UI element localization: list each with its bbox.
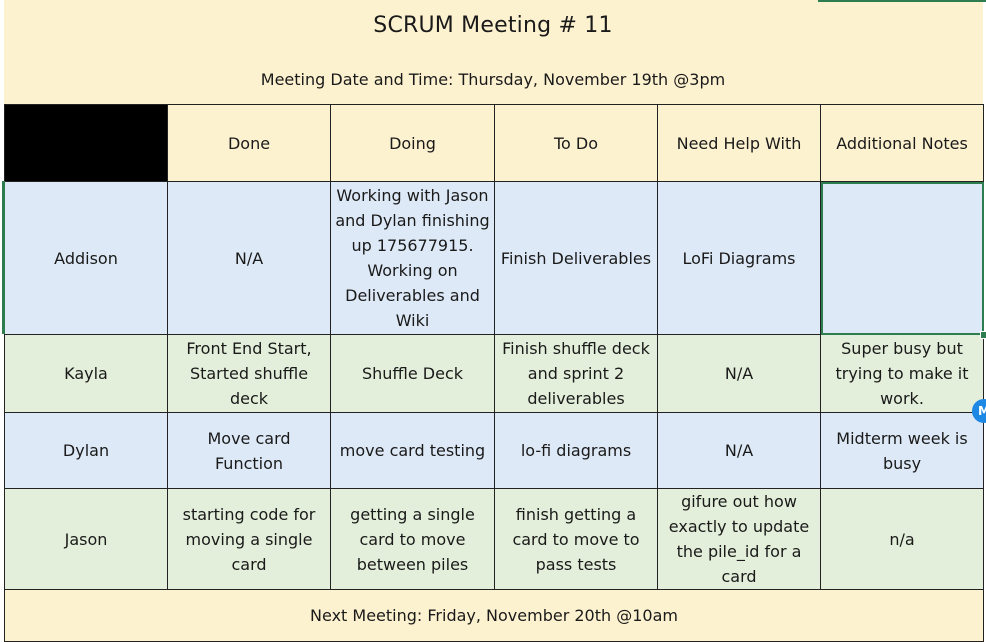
column-header-help[interactable]: Need Help With <box>657 104 821 182</box>
selection-edge <box>818 0 986 2</box>
page-title: SCRUM Meeting # 11 <box>373 13 613 38</box>
doing-cell[interactable]: move card testing <box>330 412 495 489</box>
table-row: Dylan Move card Function move card testi… <box>4 412 984 489</box>
todo-cell[interactable]: lo-fi diagrams <box>494 412 658 489</box>
next-meeting-cell[interactable]: Next Meeting: Friday, November 20th @10a… <box>4 589 984 642</box>
done-cell[interactable]: starting code for moving a single card <box>167 488 331 590</box>
column-header-notes[interactable]: Additional Notes <box>820 104 984 182</box>
scrum-table: Done Doing To Do Need Help With Addition… <box>4 104 984 642</box>
member-name-cell[interactable]: Jason <box>4 488 168 590</box>
notes-cell-selected[interactable] <box>820 181 984 335</box>
header-row: Done Doing To Do Need Help With Addition… <box>4 104 984 182</box>
column-header-done[interactable]: Done <box>167 104 331 182</box>
footer-row: Next Meeting: Friday, November 20th @10a… <box>4 589 984 642</box>
spreadsheet: SCRUM Meeting # 11 Meeting Date and Time… <box>0 0 986 642</box>
done-cell[interactable]: Front End Start, Started shuffle deck <box>167 334 331 413</box>
member-name-cell[interactable]: Dylan <box>4 412 168 489</box>
corner-cell[interactable] <box>4 104 168 182</box>
meeting-date: Meeting Date and Time: Thursday, Novembe… <box>260 70 726 89</box>
row-selection-edge <box>2 181 5 334</box>
column-header-doing[interactable]: Doing <box>330 104 495 182</box>
todo-cell[interactable]: finish getting a card to move to pass te… <box>494 488 658 590</box>
todo-cell[interactable]: Finish shuffle deck and sprint 2 deliver… <box>494 334 658 413</box>
doing-cell[interactable]: Working with Jason and Dylan finishing u… <box>330 181 495 335</box>
table-row: Kayla Front End Start, Started shuffle d… <box>4 334 984 413</box>
member-name-cell[interactable]: Addison <box>4 181 168 335</box>
help-cell[interactable]: gifure out how exactly to update the pil… <box>657 488 821 590</box>
done-cell[interactable]: N/A <box>167 181 331 335</box>
column-header-todo[interactable]: To Do <box>494 104 658 182</box>
done-cell[interactable]: Move card Function <box>167 412 331 489</box>
help-cell[interactable]: LoFi Diagrams <box>657 181 821 335</box>
notes-cell[interactable]: n/a <box>820 488 984 590</box>
todo-cell[interactable]: Finish Deliverables <box>494 181 658 335</box>
help-cell[interactable]: N/A <box>657 412 821 489</box>
member-name-cell[interactable]: Kayla <box>4 334 168 413</box>
fill-handle[interactable] <box>980 331 986 339</box>
notes-cell[interactable]: Midterm week is busy <box>820 412 984 489</box>
help-cell[interactable]: N/A <box>657 334 821 413</box>
doing-cell[interactable]: Shuffle Deck <box>330 334 495 413</box>
notes-cell[interactable]: Super busy but trying to make it work. <box>820 334 984 413</box>
table-row: Addison N/A Working with Jason and Dylan… <box>4 181 984 335</box>
table-row: Jason starting code for moving a single … <box>4 488 984 590</box>
doing-cell[interactable]: getting a single card to move between pi… <box>330 488 495 590</box>
